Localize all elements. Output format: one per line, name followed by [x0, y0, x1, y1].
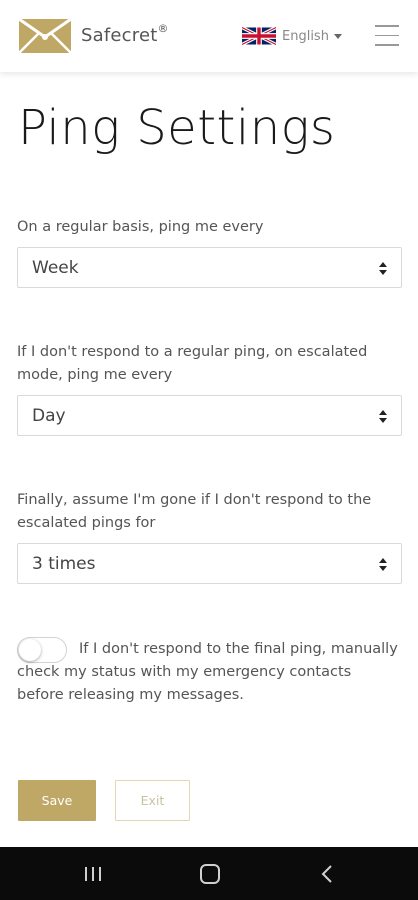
final-ping-select[interactable]: 3 times — [17, 543, 402, 584]
recent-apps-button[interactable] — [58, 847, 128, 900]
escalated-ping-label: If I don't respond to a regular ping, on… — [17, 344, 368, 383]
final-ping-value: 3 times — [32, 553, 96, 574]
escalated-ping-select[interactable]: Day — [17, 395, 402, 436]
registered-mark: ® — [157, 22, 169, 35]
regular-ping-select[interactable]: Week — [17, 247, 402, 288]
envelope-logo-icon[interactable] — [19, 19, 71, 53]
select-arrows-icon — [379, 558, 387, 571]
select-arrows-icon — [379, 410, 387, 423]
app-header: Safecret® English — [0, 0, 418, 72]
hamburger-menu-icon[interactable] — [375, 25, 399, 47]
back-icon — [321, 864, 332, 883]
page-title: Ping Settings — [18, 100, 336, 156]
system-navigation-bar — [0, 847, 418, 900]
brand-name: Safecret® — [81, 22, 169, 46]
recent-apps-icon — [85, 866, 101, 881]
manual-check-label: If I don't respond to the final ping, ma… — [17, 641, 398, 703]
home-button[interactable] — [175, 847, 245, 900]
regular-ping-value: Week — [32, 257, 79, 278]
home-icon — [200, 863, 220, 884]
language-label: English — [282, 28, 329, 44]
final-ping-label: Finally, assume I'm gone if I don't resp… — [17, 492, 372, 531]
uk-flag-icon — [242, 27, 276, 45]
select-arrows-icon — [379, 262, 387, 275]
caret-down-icon — [333, 33, 342, 39]
regular-ping-label: On a regular basis, ping me every — [17, 219, 264, 235]
brand-label: Safecret — [81, 25, 158, 46]
back-button[interactable] — [292, 847, 362, 900]
language-selector[interactable]: English — [242, 27, 342, 45]
save-button[interactable]: Save — [18, 780, 96, 821]
exit-button[interactable]: Exit — [115, 780, 190, 821]
escalated-ping-value: Day — [32, 405, 66, 426]
